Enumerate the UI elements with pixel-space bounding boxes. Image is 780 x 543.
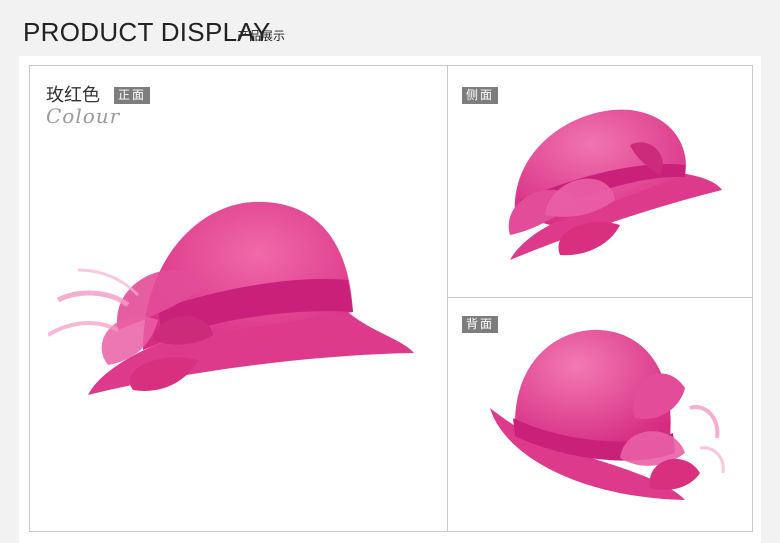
section-title: PRODUCT DISPLAY [23,17,271,47]
hat-side-photo [490,105,730,275]
hat-back-photo [485,328,730,513]
colour-label: Colour [46,104,121,128]
horizontal-divider [448,297,753,298]
view-tag-side: 侧面 [462,87,499,104]
view-tag-front: 正面 [114,87,151,104]
vertical-divider [447,65,448,532]
section-subtitle: 产品展示 [237,29,286,43]
hat-front-photo [48,190,418,422]
section-header: PRODUCT DISPLAY 产品展示 [0,0,780,56]
